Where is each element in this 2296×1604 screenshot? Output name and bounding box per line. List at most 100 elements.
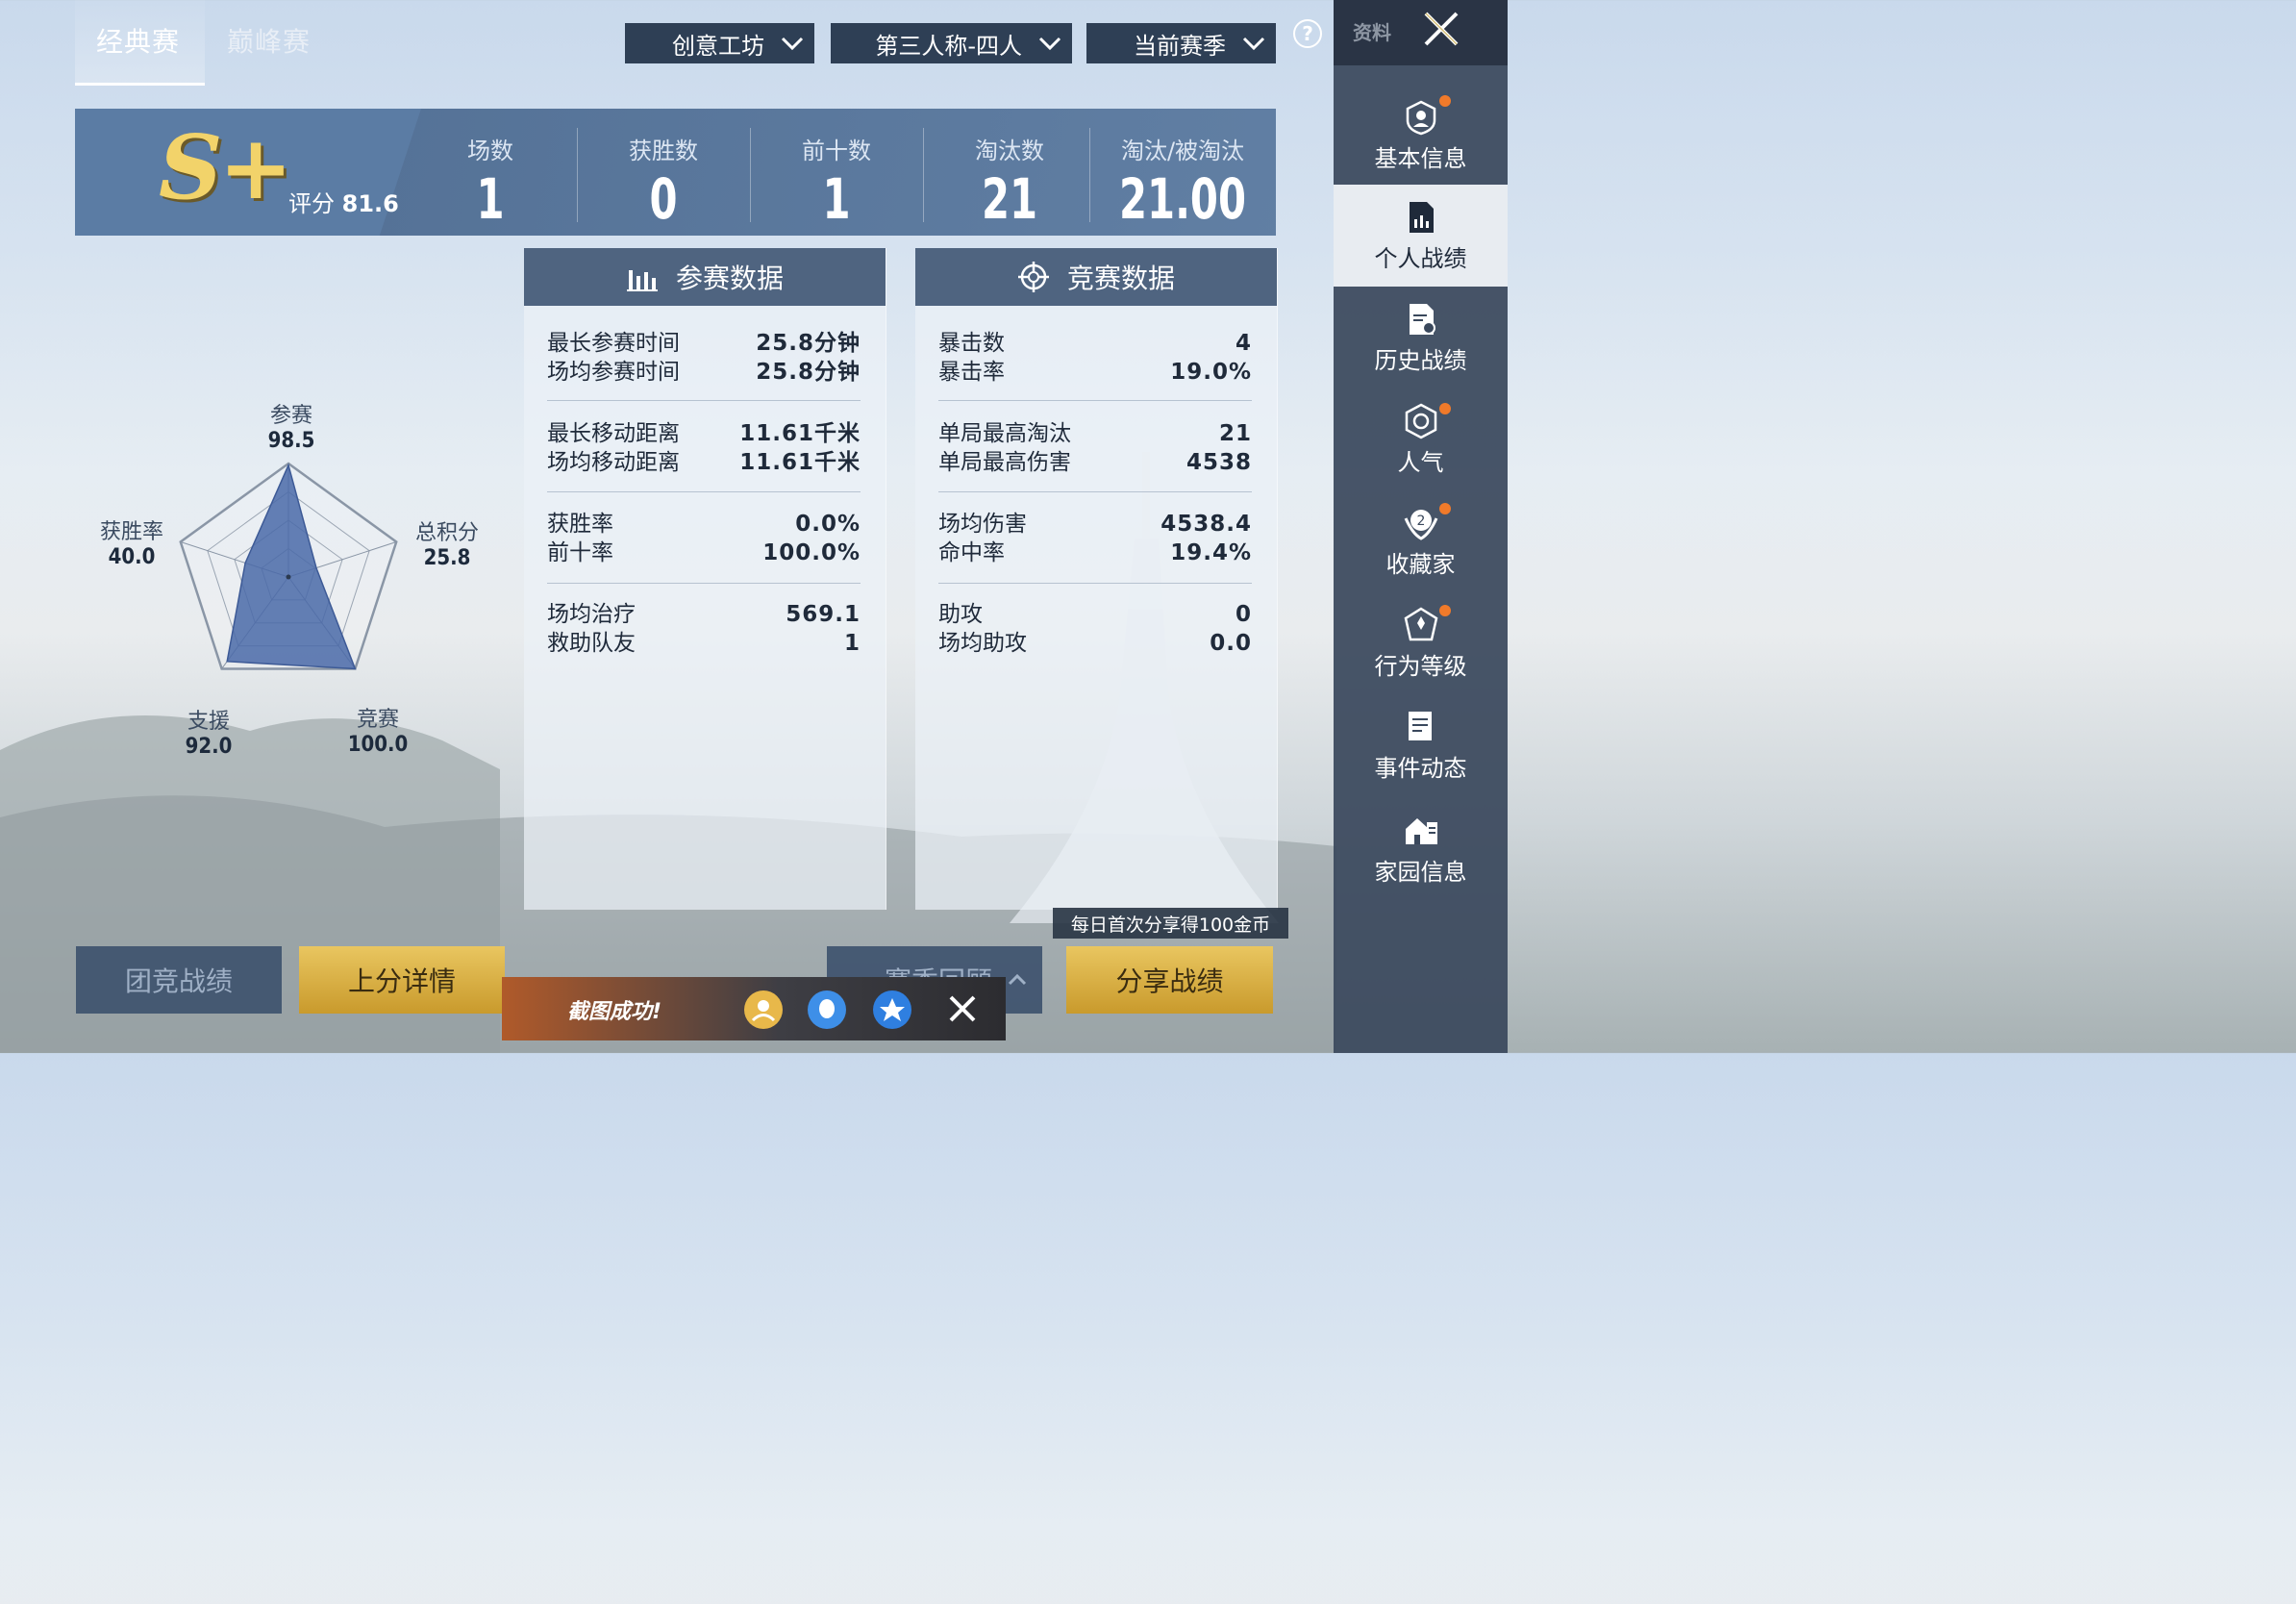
tab-underline <box>75 83 205 86</box>
qq-share-icon[interactable] <box>808 990 846 1029</box>
stat-row: 命中率 19.4% <box>938 539 1252 567</box>
popularity-icon <box>1405 403 1436 439</box>
share-friends-icon[interactable] <box>744 990 783 1029</box>
divider <box>547 491 861 492</box>
radar-axis-name: 总积分 <box>414 521 479 545</box>
bar-chart-icon <box>626 270 658 291</box>
close-icon[interactable] <box>946 992 979 1025</box>
sidebar-item-collector[interactable]: 2 收藏家 <box>1334 490 1508 592</box>
stat-value: 0 <box>649 166 678 232</box>
stat-key: 场均伤害 <box>938 512 1027 537</box>
stat-row: 场均移动距离 11.61千米 <box>547 448 861 477</box>
sidebar: 资料 基本信息 个人战绩 历史战绩 人气 2 收藏家 行为等级 事件动态 家园信… <box>1334 0 1508 1053</box>
sidebar-item-history[interactable]: 历史战绩 <box>1334 287 1508 388</box>
sidebar-item-personal-stats[interactable]: 个人战绩 <box>1334 185 1508 287</box>
sidebar-item-events[interactable]: 事件动态 <box>1334 694 1508 796</box>
stat-val: 0.0 <box>1210 631 1252 656</box>
divider <box>750 128 751 222</box>
crosshair-icon <box>1017 262 1049 292</box>
stat-val: 19.4% <box>1170 540 1252 565</box>
sidebar-item-label: 行为等级 <box>1374 652 1467 680</box>
sidebar-item-basic-info[interactable]: 基本信息 <box>1334 85 1508 187</box>
stat-key: 获胜率 <box>547 512 613 537</box>
close-icon[interactable] <box>1420 8 1462 50</box>
dropdown-perspective[interactable]: 第三人称-四人 <box>831 23 1072 63</box>
divider <box>938 491 1252 492</box>
sidebar-header: 资料 <box>1334 0 1508 65</box>
stat-row: 暴击数 4 <box>938 329 1252 358</box>
radar-center-dot <box>286 574 291 580</box>
event-note-icon <box>1408 711 1432 740</box>
qzone-share-icon[interactable] <box>873 990 911 1029</box>
dropdown-season-label: 当前赛季 <box>1134 32 1226 60</box>
rating-value: 81.6 <box>341 190 399 217</box>
sidebar-item-label: 历史战绩 <box>1374 346 1467 374</box>
radar-label-participation: 参赛 98.5 <box>248 398 335 453</box>
dropdown-season[interactable]: 当前赛季 <box>1086 23 1276 63</box>
stat-key: 场均治疗 <box>547 602 636 627</box>
stat-value: 1 <box>822 166 851 232</box>
combat-panel: 竞赛数据 暴击数 4 暴击率 19.0% 单局最高淘汰 21 单局最高伤害 4538 场… <box>915 248 1278 910</box>
stat-label: 淘汰数 <box>975 138 1044 164</box>
chevron-down-icon <box>1038 37 1061 51</box>
chevron-up-icon <box>1008 973 1027 986</box>
divider <box>547 583 861 584</box>
stat-val: 19.0% <box>1170 360 1252 385</box>
behavior-shield-icon <box>1404 607 1437 640</box>
stat-key: 场均移动距离 <box>547 450 680 475</box>
dropdown-mode[interactable]: 创意工坊 <box>625 23 814 63</box>
stat-row: 暴击率 19.0% <box>938 358 1252 387</box>
divider <box>577 128 578 222</box>
collector-badge-number: 2 <box>1416 514 1425 529</box>
sidebar-item-label: 基本信息 <box>1374 144 1467 172</box>
divider <box>938 400 1252 401</box>
stats-document-icon <box>1409 201 1434 233</box>
stat-val: 4538 <box>1185 450 1252 475</box>
radar-axis-name: 支援 <box>187 710 230 734</box>
sidebar-item-behavior-level[interactable]: 行为等级 <box>1334 592 1508 694</box>
stat-key: 场均助攻 <box>938 631 1027 656</box>
radar-axis-name: 参赛 <box>269 404 312 428</box>
stat-eliminations: 淘汰数 21 <box>928 109 1091 236</box>
stat-label: 前十数 <box>802 138 871 164</box>
notification-dot <box>1439 95 1451 107</box>
sidebar-item-label: 人气 <box>1397 448 1444 476</box>
stat-val: 25.8分钟 <box>756 331 861 356</box>
tab-peak[interactable]: 巅峰赛 <box>227 21 311 60</box>
team-stats-button[interactable]: 团竞战绩 <box>76 946 282 1014</box>
radar-label-win-rate: 获胜率 40.0 <box>88 514 175 569</box>
sidebar-item-home[interactable]: 家园信息 <box>1334 798 1508 900</box>
divider <box>938 583 1252 584</box>
participation-header: 参赛数据 <box>524 248 886 306</box>
stat-row: 救助队友 1 <box>547 629 861 658</box>
stat-val: 100.0% <box>762 540 861 565</box>
stat-key: 前十率 <box>547 540 613 565</box>
stat-row: 获胜率 0.0% <box>547 510 861 539</box>
rating-score: 评分 81.6 <box>288 185 399 218</box>
divider <box>1089 128 1090 222</box>
history-document-icon <box>1409 303 1435 335</box>
dropdown-mode-label: 创意工坊 <box>672 32 764 60</box>
stat-row: 场均伤害 4538.4 <box>938 510 1252 539</box>
rank-grade: S+ <box>159 115 293 219</box>
tab-classic[interactable]: 经典赛 <box>96 21 180 60</box>
stat-val: 11.61千米 <box>739 421 861 446</box>
sidebar-item-popularity[interactable]: 人气 <box>1334 388 1508 490</box>
share-stats-button[interactable]: 分享战绩 <box>1066 946 1273 1014</box>
rank-details-button[interactable]: 上分详情 <box>299 946 505 1014</box>
stat-value: 21 <box>981 166 1038 232</box>
stat-key: 暴击率 <box>938 360 1005 385</box>
radar-label-competition: 竞赛 100.0 <box>335 702 421 757</box>
radar-label-support: 支援 92.0 <box>165 704 252 759</box>
help-icon[interactable]: ? <box>1293 19 1322 48</box>
participation-title: 参赛数据 <box>675 263 784 294</box>
stat-top10: 前十数 1 <box>755 109 918 236</box>
stat-key: 最长参赛时间 <box>547 331 680 356</box>
radar-axis-value: 92.0 <box>185 735 233 759</box>
stat-matches: 场数 1 <box>409 109 572 236</box>
stat-key: 命中率 <box>938 540 1005 565</box>
stat-key: 单局最高伤害 <box>938 450 1071 475</box>
combat-title: 竞赛数据 <box>1066 263 1175 294</box>
participation-panel: 参赛数据 最长参赛时间 25.8分钟 场均参赛时间 25.8分钟 最长移动距离 11.… <box>524 248 886 910</box>
radar-axis-value: 40.0 <box>108 545 156 569</box>
